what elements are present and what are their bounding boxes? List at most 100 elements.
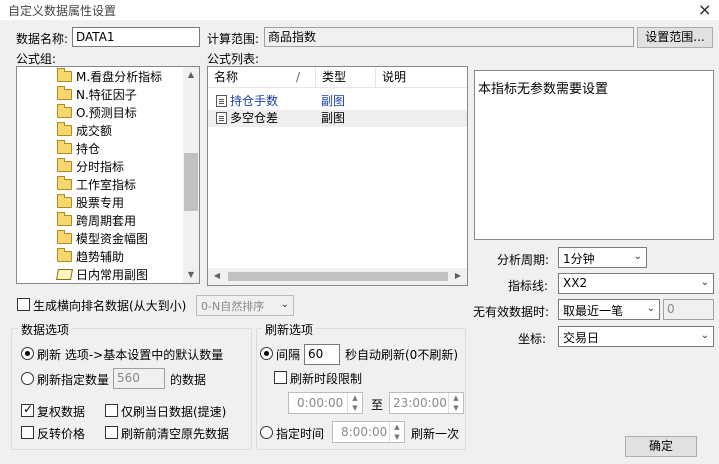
reverse-price-checkbox[interactable] (21, 426, 34, 439)
tree-item-label: 日内常用副图 (76, 268, 149, 282)
refresh-count-label: 刷新指定数量 (37, 373, 110, 387)
period-limit-checkbox[interactable] (274, 371, 287, 384)
reverse-price-label: 反转价格 (37, 427, 86, 441)
specified-time-input[interactable]: 8:00:00 ▲ ▼ (332, 421, 405, 443)
row-type-cell: 副图 (321, 94, 346, 108)
chevron-down-icon: ⌄ (280, 299, 289, 310)
table-row[interactable]: 持仓手数 副图 (208, 93, 467, 110)
folder-icon (57, 122, 72, 136)
formula-group-label: 公式组: (16, 52, 57, 66)
folder-icon (57, 86, 72, 100)
table-row[interactable]: 多空仓差 副图 (208, 110, 467, 127)
refresh-count-suffix: 的数据 (170, 373, 207, 387)
tree-item[interactable]: 日内常用副图 (56, 266, 149, 284)
param-panel: 本指标无参数需要设置 (474, 70, 714, 240)
tree-item-label: 工作室指标 (76, 178, 137, 192)
folder-icon (57, 248, 72, 262)
param-note: 本指标无参数需要设置 (478, 82, 609, 97)
clear-before-checkbox[interactable] (105, 426, 118, 439)
tree-item[interactable]: 模型资金幅图 (57, 230, 148, 248)
refresh-count-radio[interactable] (21, 372, 34, 385)
today-only-checkbox[interactable] (105, 404, 118, 417)
tree-item-label: 持仓 (76, 142, 101, 156)
start-time-input[interactable]: 0:00:00 ▲ ▼ (288, 392, 363, 414)
no-valid-data-label: 无有效数据时: (473, 305, 550, 319)
ok-button[interactable]: 确定 (625, 436, 697, 457)
interval-input[interactable]: 60 (304, 344, 340, 365)
specified-time-label: 指定时间 (276, 427, 325, 441)
folder-icon (57, 104, 72, 118)
tree-item[interactable]: 持仓 (57, 140, 100, 158)
spin-arrows-icon[interactable]: ▲ ▼ (347, 393, 362, 413)
tree-item-label: N.特征因子 (76, 88, 137, 102)
interval-suffix: 秒自动刷新(0不刷新) (345, 348, 458, 362)
coordinate-select[interactable]: 交易日 ⌄ (558, 326, 714, 347)
scroll-right-icon[interactable]: ▶ (451, 268, 465, 285)
interval-radio[interactable] (260, 347, 273, 360)
interval-label: 间隔 (276, 348, 301, 362)
tree-item[interactable]: 分时指标 (57, 158, 124, 176)
tree-item-label: M.看盘分析指标 (76, 70, 163, 84)
scroll-up-icon[interactable]: ▲ (183, 67, 199, 83)
scroll-left-icon[interactable]: ◀ (210, 268, 224, 285)
folder-icon (57, 194, 72, 208)
refresh-default-radio[interactable] (21, 347, 34, 360)
tree-item[interactable]: 跨周期套用 (57, 212, 136, 230)
scroll-thumb[interactable] (184, 153, 198, 211)
folder-icon (57, 68, 72, 82)
no-valid-data-select[interactable]: 取最近一笔 ⌄ (558, 299, 660, 320)
close-icon[interactable]: × (698, 0, 711, 19)
folder-icon (57, 176, 72, 190)
analysis-period-label: 分析周期: (497, 253, 550, 267)
scroll-down-icon[interactable]: ▼ (183, 267, 199, 283)
formula-list[interactable]: 名称 / 类型 说明 持仓手数 副图 多空仓差 副图 ◀ ▶ (207, 66, 468, 286)
calc-range-field: 商品指数 (264, 27, 634, 47)
set-range-button[interactable]: 设置范围... (637, 27, 713, 48)
tree-item-label: 趋势辅助 (76, 250, 125, 264)
row-name-cell: 持仓手数 (216, 93, 278, 110)
tree-item[interactable]: M.看盘分析指标 (57, 68, 162, 86)
list-h-scrollbar[interactable]: ◀ ▶ (208, 268, 467, 285)
formula-icon (216, 95, 227, 107)
chevron-down-icon: ⌄ (646, 303, 655, 314)
tree-item[interactable]: 股票专用 (57, 194, 124, 212)
column-header-desc[interactable]: 说明 (376, 67, 467, 87)
chevron-down-icon: ⌄ (633, 251, 642, 262)
refresh-count-input[interactable]: 560 (113, 368, 165, 389)
row-name-cell: 多空仓差 (216, 110, 278, 127)
spin-arrows-icon[interactable]: ▲ ▼ (448, 393, 463, 413)
window-title: 自定义数据属性设置 (8, 4, 117, 18)
tree-item-label: 模型资金幅图 (76, 232, 149, 246)
chevron-down-icon: ⌄ (700, 277, 709, 288)
coordinate-label: 坐标: (518, 332, 547, 346)
indicator-line-select[interactable]: XX2 ⌄ (558, 273, 714, 294)
column-header-type[interactable]: 类型 (316, 67, 376, 87)
tree-item[interactable]: N.特征因子 (57, 86, 137, 104)
scroll-thumb[interactable] (228, 272, 448, 281)
tree-item[interactable]: 趋势辅助 (57, 248, 124, 266)
tree-item[interactable]: 工作室指标 (57, 176, 136, 194)
adjust-data-checkbox[interactable] (21, 402, 34, 417)
tree-item[interactable]: O.预测目标 (57, 104, 137, 122)
folder-icon (57, 212, 72, 226)
indicator-line-label: 指标线: (508, 279, 549, 293)
chevron-down-icon: ⌄ (700, 330, 709, 341)
tree-scrollbar[interactable]: ▲ ▼ (183, 67, 199, 283)
generate-rank-checkbox[interactable] (17, 298, 30, 311)
tree-item[interactable]: 成交额 (57, 122, 112, 140)
column-header-name[interactable]: 名称 / (208, 67, 316, 87)
data-options-title: 数据选项 (18, 321, 73, 338)
data-name-input[interactable]: DATA1 (72, 27, 200, 47)
spin-arrows-icon[interactable]: ▲ ▼ (389, 422, 404, 442)
folder-icon (57, 158, 72, 172)
rank-order-select[interactable]: 0-N自然排序 ⌄ (196, 295, 294, 316)
formula-group-tree[interactable]: M.看盘分析指标 N.特征因子 O.预测目标 成交额持仓分时指标工作室指标股票专用跨周… (16, 66, 200, 284)
adjust-data-label: 复权数据 (37, 405, 86, 419)
specified-time-radio[interactable] (260, 426, 273, 439)
end-time-input[interactable]: 23:00:00 ▲ ▼ (389, 392, 464, 414)
tree-item-label: 跨周期套用 (76, 214, 137, 228)
analysis-period-select[interactable]: 1分钟 ⌄ (558, 247, 647, 268)
tree-item-label: 股票专用 (76, 196, 125, 210)
generate-rank-label: 生成横向排名数据(从大到小) (33, 299, 187, 313)
book-icon (56, 269, 73, 280)
